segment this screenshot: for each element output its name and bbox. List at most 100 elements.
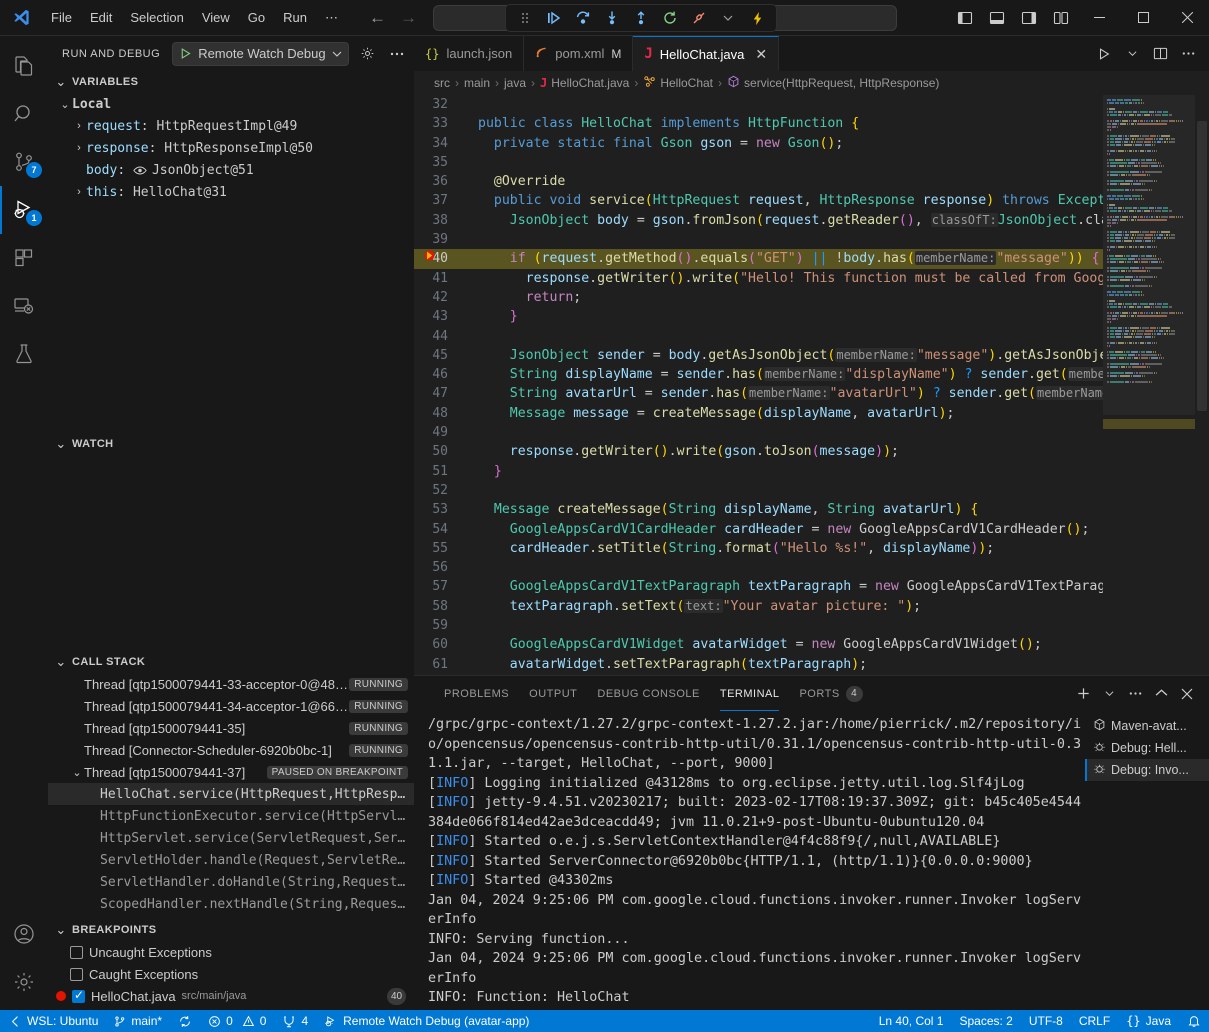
variable-row[interactable]: body: JsonObject@51 [48, 159, 414, 181]
sidebar-more-ellipsis-icon[interactable] [386, 43, 408, 65]
split-editor-button[interactable] [1147, 40, 1173, 68]
code-line[interactable]: 40 if (request.getMethod().equals("GET")… [414, 249, 1103, 268]
status-debug-session[interactable]: Remote Watch Debug (avatar-app) [316, 1010, 537, 1032]
terminal-item-debug-invoker[interactable]: Debug: Invo... [1085, 759, 1209, 781]
checkbox[interactable] [70, 968, 83, 981]
breakpoint-row-caught-exceptions[interactable]: Caught Exceptions [48, 963, 414, 985]
status-editor-eol[interactable]: CRLF [1071, 1010, 1118, 1032]
arrow-left-icon[interactable]: ← [369, 8, 386, 28]
run-button[interactable] [1091, 40, 1117, 68]
code-line[interactable]: 50 response.getWriter().write(gson.toJso… [414, 442, 1103, 461]
tab-output[interactable]: OUTPUT [519, 676, 587, 711]
disconnect-button[interactable] [686, 7, 712, 29]
callstack-frame-row[interactable]: ScopedHandler.nextHandle(String,Request,… [48, 893, 414, 915]
breadcrumb-item-java[interactable]: java [504, 76, 526, 90]
code-line[interactable]: 47 String avatarUrl = sender.has(memberN… [414, 384, 1103, 403]
watch-pane-header[interactable]: ⌄ WATCH [48, 433, 414, 455]
code-line[interactable]: 61 avatarWidget.setTextParagraph(textPar… [414, 655, 1103, 674]
continue-button[interactable] [541, 7, 567, 29]
menu-more[interactable]: ⋯ [316, 6, 347, 30]
customize-layout-icon[interactable] [1045, 0, 1077, 36]
code-line[interactable]: 34 private static final Gson gson = new … [414, 134, 1103, 153]
code-line[interactable]: 32 [414, 95, 1103, 114]
terminal-item-maven[interactable]: Maven-avat... [1085, 715, 1209, 737]
minimap[interactable] [1103, 95, 1195, 675]
activitybar-item-source-control[interactable]: 7 [0, 138, 48, 186]
code-line[interactable]: 39 [414, 230, 1103, 249]
terminal-output[interactable]: /grpc/grpc-context/1.27.2/grpc-context-1… [414, 711, 1085, 1010]
new-terminal-button[interactable] [1071, 681, 1095, 707]
menu-view[interactable]: View [193, 6, 239, 29]
scrollbar-thumb[interactable] [1197, 121, 1207, 411]
status-remote-indicator[interactable]: WSL: Ubuntu [0, 1010, 106, 1032]
code-line[interactable]: 42 return; [414, 288, 1103, 307]
variables-scope-local[interactable]: ⌄ Local [48, 93, 414, 115]
status-ports-forwarded[interactable]: 4 [274, 1010, 316, 1032]
status-editor-encoding[interactable]: UTF-8 [1021, 1010, 1071, 1032]
code-line[interactable]: 56 [414, 558, 1103, 577]
terminal-profile-chevron-icon[interactable] [1097, 681, 1121, 707]
variable-row[interactable]: › request: HttpRequestImpl@49 [48, 115, 414, 137]
activitybar-item-search[interactable] [0, 90, 48, 138]
breadcrumb-item-main[interactable]: main [464, 76, 490, 90]
activitybar-item-accounts[interactable] [0, 910, 48, 958]
variable-row[interactable]: › this: HelloChat@31 [48, 181, 414, 203]
menu-file[interactable]: File [42, 6, 81, 29]
breadcrumb-item-method[interactable]: service(HttpRequest, HttpResponse) [727, 75, 939, 91]
tab-launch-json[interactable]: {} launch.json [414, 36, 524, 71]
breakpoint-arrow-icon[interactable] [422, 249, 436, 268]
variable-row[interactable]: › response: HttpResponseImpl@50 [48, 137, 414, 159]
menu-go[interactable]: Go [239, 6, 274, 29]
callstack-frame-row[interactable]: HelloChat.service(HttpRequest,HttpRespon… [48, 783, 414, 805]
callstack-frame-row[interactable]: ServletHandler.doHandle(String,Request,H… [48, 871, 414, 893]
status-problems[interactable]: 0 0 [200, 1010, 274, 1032]
eye-icon[interactable] [133, 165, 147, 176]
code-lines[interactable]: 3233public class HelloChat implements Ht… [414, 95, 1103, 675]
status-editor-position[interactable]: Ln 40, Col 1 [871, 1010, 952, 1032]
status-git-branch[interactable]: main* [106, 1010, 170, 1032]
maximize-panel-button[interactable] [1149, 681, 1173, 707]
code-line[interactable]: 53 Message createMessage(String displayN… [414, 500, 1103, 519]
code-line[interactable]: 41 response.getWriter().write("Hello! Th… [414, 269, 1103, 288]
activitybar-item-run-and-debug[interactable]: 1 [0, 186, 48, 234]
code-line[interactable]: 38 JsonObject body = gson.fromJson(reque… [414, 211, 1103, 230]
callstack-thread-row[interactable]: Thread [qtp1500079441-35] RUNNING [48, 717, 414, 739]
checkbox[interactable] [72, 990, 85, 1003]
callstack-pane-header[interactable]: ⌄ CALL STACK [48, 651, 414, 673]
activitybar-item-testing[interactable] [0, 330, 48, 378]
callstack-thread-row[interactable]: Thread [qtp1500079441-34-acceptor-1@66… … [48, 695, 414, 717]
callstack-frame-row[interactable]: HttpFunctionExecutor.service(HttpServlet… [48, 805, 414, 827]
editor-more-button[interactable] [1175, 40, 1201, 68]
menu-selection[interactable]: Selection [121, 6, 192, 29]
code-line[interactable]: 48 Message message = createMessage(displ… [414, 404, 1103, 423]
menu-run[interactable]: Run [274, 6, 316, 29]
minimize-button[interactable] [1077, 0, 1121, 36]
activitybar-item-remote-explorer[interactable] [0, 282, 48, 330]
status-notifications[interactable] [1179, 1010, 1209, 1032]
debug-settings-gear-icon[interactable] [357, 43, 379, 65]
status-sync-changes[interactable] [170, 1010, 200, 1032]
close-button[interactable] [1165, 0, 1209, 36]
close-icon[interactable]: ✕ [755, 46, 767, 63]
code-line[interactable]: 51 } [414, 462, 1103, 481]
code-line[interactable]: 46 String displayName = sender.has(membe… [414, 365, 1103, 384]
code-editor[interactable]: 3233public class HelloChat implements Ht… [414, 95, 1209, 675]
code-line[interactable]: 59 [414, 616, 1103, 635]
code-line[interactable]: 58 textParagraph.setText(text:"Your avat… [414, 597, 1103, 616]
editor-vertical-scrollbar[interactable] [1195, 95, 1209, 675]
code-line[interactable]: 35 [414, 153, 1103, 172]
tab-debug-console[interactable]: DEBUG CONSOLE [587, 676, 709, 711]
restart-button[interactable] [657, 7, 683, 29]
tab-ports[interactable]: PORTS 4 [789, 676, 872, 711]
tab-problems[interactable]: PROBLEMS [434, 676, 519, 711]
callstack-thread-row-paused[interactable]: ⌄ Thread [qtp1500079441-37] PAUSED ON BR… [48, 761, 414, 783]
tab-hellochat-java[interactable]: J HelloChat.java ✕ [633, 36, 779, 71]
code-line[interactable]: 60 GoogleAppsCardV1Widget avatarWidget =… [414, 635, 1103, 654]
debug-configuration-select[interactable]: Remote Watch Debug [172, 42, 348, 66]
callstack-thread-row[interactable]: Thread [Connector-Scheduler-6920b0bc-1] … [48, 739, 414, 761]
arrow-right-icon[interactable]: → [400, 8, 417, 28]
activitybar-item-extensions[interactable] [0, 234, 48, 282]
breakpoint-row-hellochat[interactable]: HelloChat.java src/main/java 40 [48, 985, 414, 1007]
code-line[interactable]: 54 GoogleAppsCardV1CardHeader cardHeader… [414, 520, 1103, 539]
code-line[interactable]: 44 [414, 327, 1103, 346]
